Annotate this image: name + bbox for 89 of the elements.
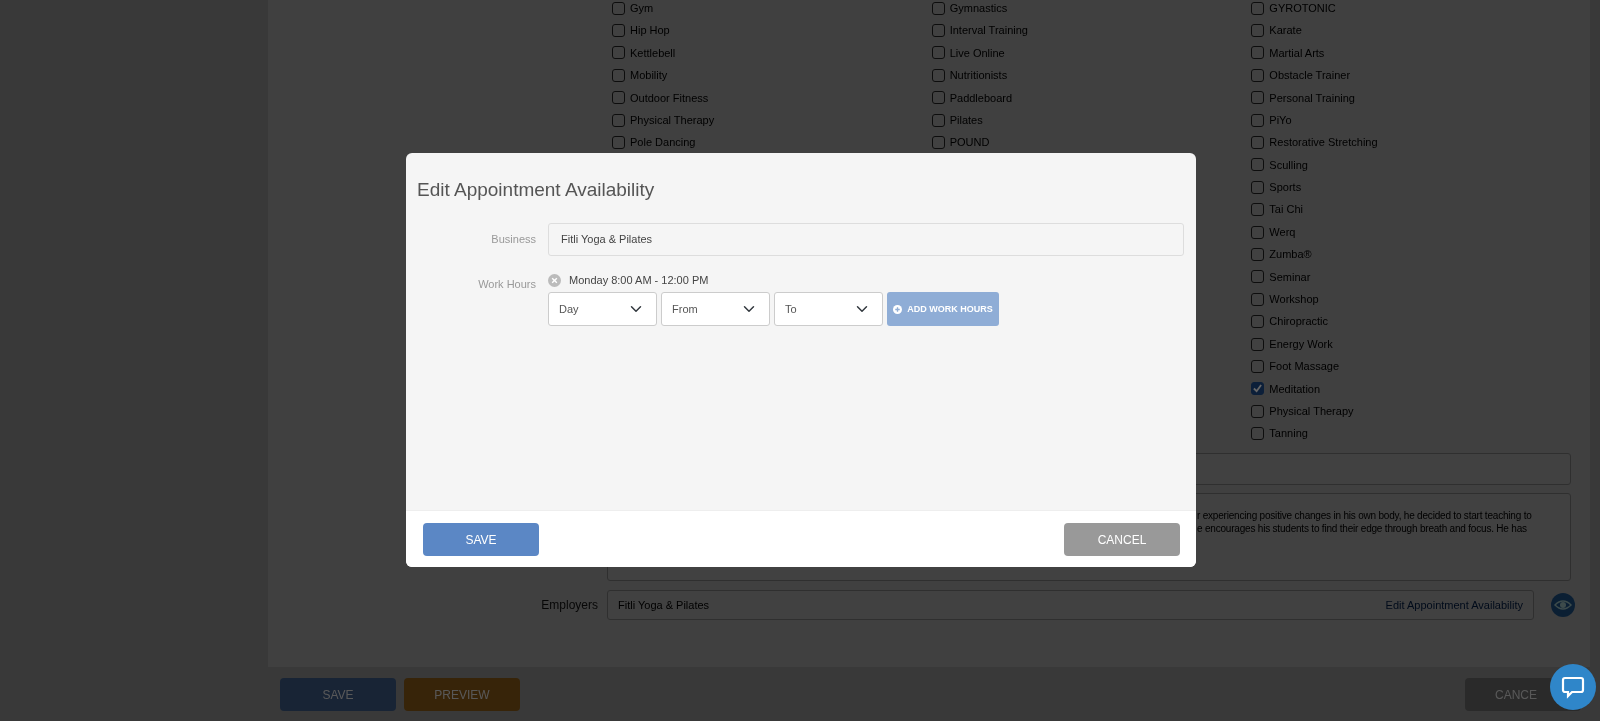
modal-button[interactable]: SAVE <box>423 523 539 556</box>
field-label: Employers <box>540 596 598 614</box>
checkbox[interactable] <box>1251 91 1265 105</box>
checkbox[interactable] <box>612 68 625 82</box>
edit-availability-link[interactable]: Edit Appointment Availability <box>1385 596 1523 614</box>
field-label: Business <box>490 232 536 248</box>
checkbox-label: Tai Chi <box>1269 202 1303 218</box>
checkbox[interactable] <box>612 24 625 38</box>
modal-title: Edit Appointment Availability <box>416 178 656 202</box>
checkbox[interactable] <box>1251 225 1265 239</box>
checkbox-label: Energy Work <box>1269 336 1333 352</box>
add-work-hours-button[interactable]: ADD WORK HOURS <box>887 292 999 327</box>
checkbox[interactable] <box>1251 292 1265 306</box>
checkbox-label: Werq <box>1269 224 1296 240</box>
checkbox[interactable] <box>612 1 625 15</box>
checkbox[interactable] <box>1251 68 1265 82</box>
checkbox[interactable] <box>1251 270 1265 284</box>
checkbox-label: Pilates <box>949 112 983 128</box>
checkbox-label: Chiropractic <box>1269 314 1329 330</box>
checkbox-label: Foot Massage <box>1269 359 1340 375</box>
checkbox-label: Outdoor Fitness <box>630 90 709 106</box>
checkbox-label: Gym <box>630 0 654 16</box>
plus-icon <box>893 304 903 314</box>
checkbox[interactable] <box>612 113 625 127</box>
checkbox[interactable] <box>931 24 945 38</box>
checkbox-label: Mobility <box>630 68 668 84</box>
field-label: Work Hours <box>477 276 536 292</box>
field-value: Fitli Yoga & Pilates <box>618 597 710 613</box>
checkbox-label: POUND <box>949 135 990 151</box>
checkbox-label: Gymnastics <box>949 0 1008 16</box>
checkbox[interactable] <box>1251 180 1265 194</box>
checkbox[interactable] <box>931 46 945 60</box>
work-hours-entry: Monday 8:00 AM - 12:00 PM <box>569 272 709 288</box>
modal-button[interactable]: CANCEL <box>1064 523 1180 556</box>
page-button[interactable]: PREVIEW <box>404 678 520 711</box>
checkbox[interactable] <box>931 91 945 105</box>
checkbox-label: Physical Therapy <box>1269 403 1354 419</box>
checkbox[interactable] <box>1251 337 1265 351</box>
eye-icon[interactable] <box>1551 592 1575 617</box>
checkbox[interactable] <box>1251 359 1265 373</box>
checkbox[interactable] <box>1251 315 1265 329</box>
checkbox-label: Paddleboard <box>949 90 1013 106</box>
checkbox-label: Sports <box>1269 180 1302 196</box>
checkbox[interactable] <box>931 113 945 127</box>
checkbox-label: Hip Hop <box>630 23 670 39</box>
checkbox[interactable] <box>931 68 945 82</box>
checkbox[interactable] <box>1251 404 1265 418</box>
dropdown[interactable]: Day <box>548 292 657 327</box>
checkbox[interactable] <box>1251 113 1265 127</box>
checkbox-label: Obstacle Trainer <box>1269 68 1351 84</box>
checkbox-label: Sculling <box>1269 157 1308 173</box>
dropdown[interactable]: From <box>661 292 770 327</box>
chat-bubble-icon <box>1561 675 1585 699</box>
checkbox-label: Tanning <box>1269 426 1308 442</box>
checkbox-label: Martial Arts <box>1269 45 1325 61</box>
checkbox[interactable] <box>612 136 625 150</box>
chat-button[interactable] <box>1550 664 1596 710</box>
checkbox-label: Zumba® <box>1269 247 1312 263</box>
checkbox-label: Kettlebell <box>630 45 676 61</box>
remove-icon[interactable] <box>548 273 561 287</box>
checkbox[interactable] <box>1251 24 1265 38</box>
checkbox-label: Seminar <box>1269 269 1311 285</box>
checkbox-label: Physical Therapy <box>630 112 715 128</box>
checkbox[interactable] <box>1251 248 1265 261</box>
checkbox-label: Live Online <box>949 45 1005 61</box>
checkbox-label: Nutritionists <box>949 68 1008 84</box>
checkbox[interactable] <box>1251 158 1265 172</box>
checkbox[interactable] <box>1251 46 1265 60</box>
checkbox[interactable] <box>612 46 625 60</box>
checkbox[interactable] <box>1251 203 1265 217</box>
checkbox-label: Interval Training <box>949 23 1028 39</box>
checkbox[interactable] <box>931 1 945 15</box>
checkbox-label: Meditation <box>1269 381 1321 397</box>
checkbox[interactable] <box>1251 427 1265 441</box>
checkbox[interactable] <box>931 136 945 150</box>
checkbox[interactable] <box>1251 382 1265 396</box>
checkbox-label: Workshop <box>1269 292 1319 307</box>
business-field[interactable]: Fitli Yoga & Pilates <box>548 222 1184 256</box>
page-button[interactable]: SAVE <box>280 678 396 711</box>
checkbox-label: Karate <box>1269 23 1302 39</box>
checkbox[interactable] <box>1251 1 1265 15</box>
checkbox-label: GYROTONIC <box>1269 0 1336 16</box>
checkbox-label: Restorative Stretching <box>1269 135 1378 151</box>
checkbox[interactable] <box>612 91 625 105</box>
dropdown[interactable]: To <box>774 292 883 327</box>
checkbox-label: Pole Dancing <box>630 135 696 151</box>
checkbox-label: Personal Training <box>1269 90 1355 106</box>
checkbox[interactable] <box>1251 136 1265 150</box>
checkbox-label: PiYo <box>1269 112 1292 128</box>
